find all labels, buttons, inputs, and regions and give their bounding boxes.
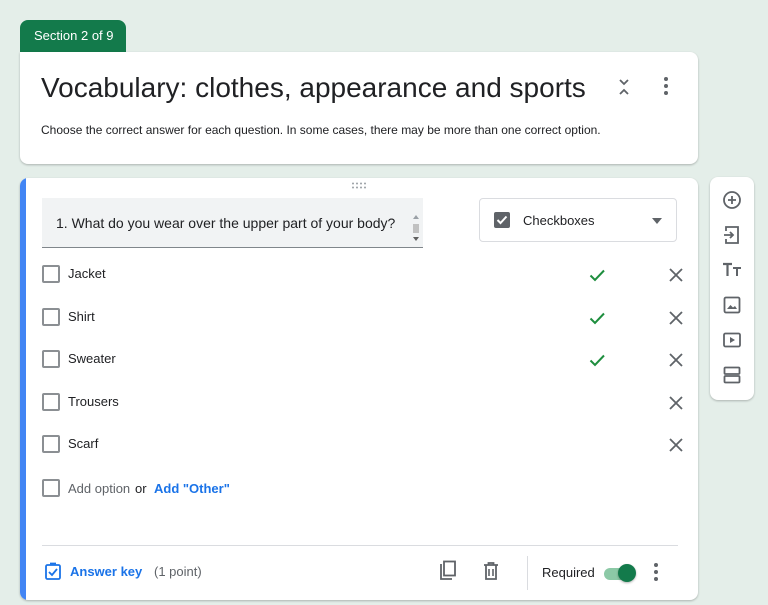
- option-row[interactable]: Scarf: [42, 430, 684, 460]
- remove-option-icon[interactable]: [668, 395, 684, 411]
- add-option-or-text: or: [135, 481, 147, 496]
- option-label[interactable]: Jacket: [68, 266, 106, 281]
- question-more-button[interactable]: [648, 560, 664, 584]
- option-checkbox: [42, 265, 60, 283]
- footer-divider: [42, 545, 678, 546]
- footer-separator: [527, 556, 528, 590]
- drag-handle-icon: [352, 182, 366, 189]
- more-vert-icon: [664, 77, 668, 95]
- question-type-select[interactable]: Checkboxes: [479, 198, 677, 242]
- add-title-icon: [723, 262, 741, 276]
- remove-option-icon[interactable]: [668, 437, 684, 453]
- add-option-button[interactable]: Add option: [68, 481, 130, 496]
- active-accent-bar: [20, 178, 26, 600]
- toggle-knob: [618, 564, 636, 582]
- import-questions-button[interactable]: [721, 224, 743, 246]
- dropdown-arrow-icon: [652, 218, 662, 224]
- correct-check-icon: [589, 354, 605, 367]
- question-title-input[interactable]: 1. What do you wear over the upper part …: [42, 198, 423, 248]
- add-section-icon: [723, 366, 741, 384]
- option-checkbox: [42, 308, 60, 326]
- section-tab: Section 2 of 9: [20, 20, 126, 52]
- form-title[interactable]: Vocabulary: clothes, appearance and spor…: [41, 72, 586, 104]
- add-other-button[interactable]: Add "Other": [154, 481, 230, 496]
- points-label: (1 point): [154, 564, 202, 579]
- form-description[interactable]: Choose the correct answer for each quest…: [41, 123, 601, 137]
- add-image-button[interactable]: [721, 294, 743, 316]
- add-option-checkbox: [42, 479, 60, 497]
- question-scrollbar[interactable]: [411, 214, 421, 244]
- required-label: Required: [542, 565, 595, 580]
- add-question-button[interactable]: [721, 189, 743, 211]
- option-checkbox: [42, 393, 60, 411]
- question-type-label: Checkboxes: [523, 213, 595, 228]
- side-toolbar: [710, 177, 754, 400]
- more-vert-icon: [654, 563, 658, 581]
- add-video-icon: [723, 332, 741, 348]
- add-section-button[interactable]: [721, 364, 743, 386]
- option-label[interactable]: Trousers: [68, 394, 119, 409]
- add-question-icon: [723, 191, 741, 209]
- answer-key-button[interactable]: Answer key: [70, 564, 142, 579]
- collapse-icon: [619, 79, 629, 95]
- option-checkbox: [42, 350, 60, 368]
- add-image-icon: [723, 296, 741, 314]
- option-row[interactable]: Sweater: [42, 345, 684, 375]
- duplicate-icon[interactable]: [438, 560, 458, 582]
- add-title-button[interactable]: [721, 259, 743, 281]
- correct-check-icon: [589, 269, 605, 282]
- remove-option-icon[interactable]: [668, 352, 684, 368]
- checkbox-checked-icon: [494, 212, 510, 228]
- drag-handle[interactable]: [350, 181, 368, 191]
- add-option-row: Add option or Add "Other": [42, 474, 442, 504]
- collapse-section-button[interactable]: [614, 76, 634, 98]
- option-label[interactable]: Scarf: [68, 436, 98, 451]
- remove-option-icon[interactable]: [668, 267, 684, 283]
- option-row[interactable]: Trousers: [42, 388, 684, 418]
- scrollbar-arrows-icon: [413, 215, 419, 241]
- option-checkbox: [42, 435, 60, 453]
- delete-icon[interactable]: [482, 561, 500, 581]
- import-questions-icon: [724, 226, 739, 244]
- section-more-button[interactable]: [656, 74, 676, 98]
- option-row[interactable]: Shirt: [42, 303, 684, 333]
- required-toggle[interactable]: [602, 564, 638, 582]
- question-title-text[interactable]: 1. What do you wear over the upper part …: [56, 214, 396, 233]
- add-video-button[interactable]: [721, 329, 743, 351]
- option-label[interactable]: Shirt: [68, 309, 95, 324]
- correct-check-icon: [589, 312, 605, 325]
- remove-option-icon[interactable]: [668, 310, 684, 326]
- option-row[interactable]: Jacket: [42, 260, 684, 290]
- question-card[interactable]: 1. What do you wear over the upper part …: [20, 178, 698, 600]
- form-header-card[interactable]: Vocabulary: clothes, appearance and spor…: [20, 52, 698, 164]
- answer-key-icon[interactable]: [44, 562, 62, 580]
- option-label[interactable]: Sweater: [68, 351, 116, 366]
